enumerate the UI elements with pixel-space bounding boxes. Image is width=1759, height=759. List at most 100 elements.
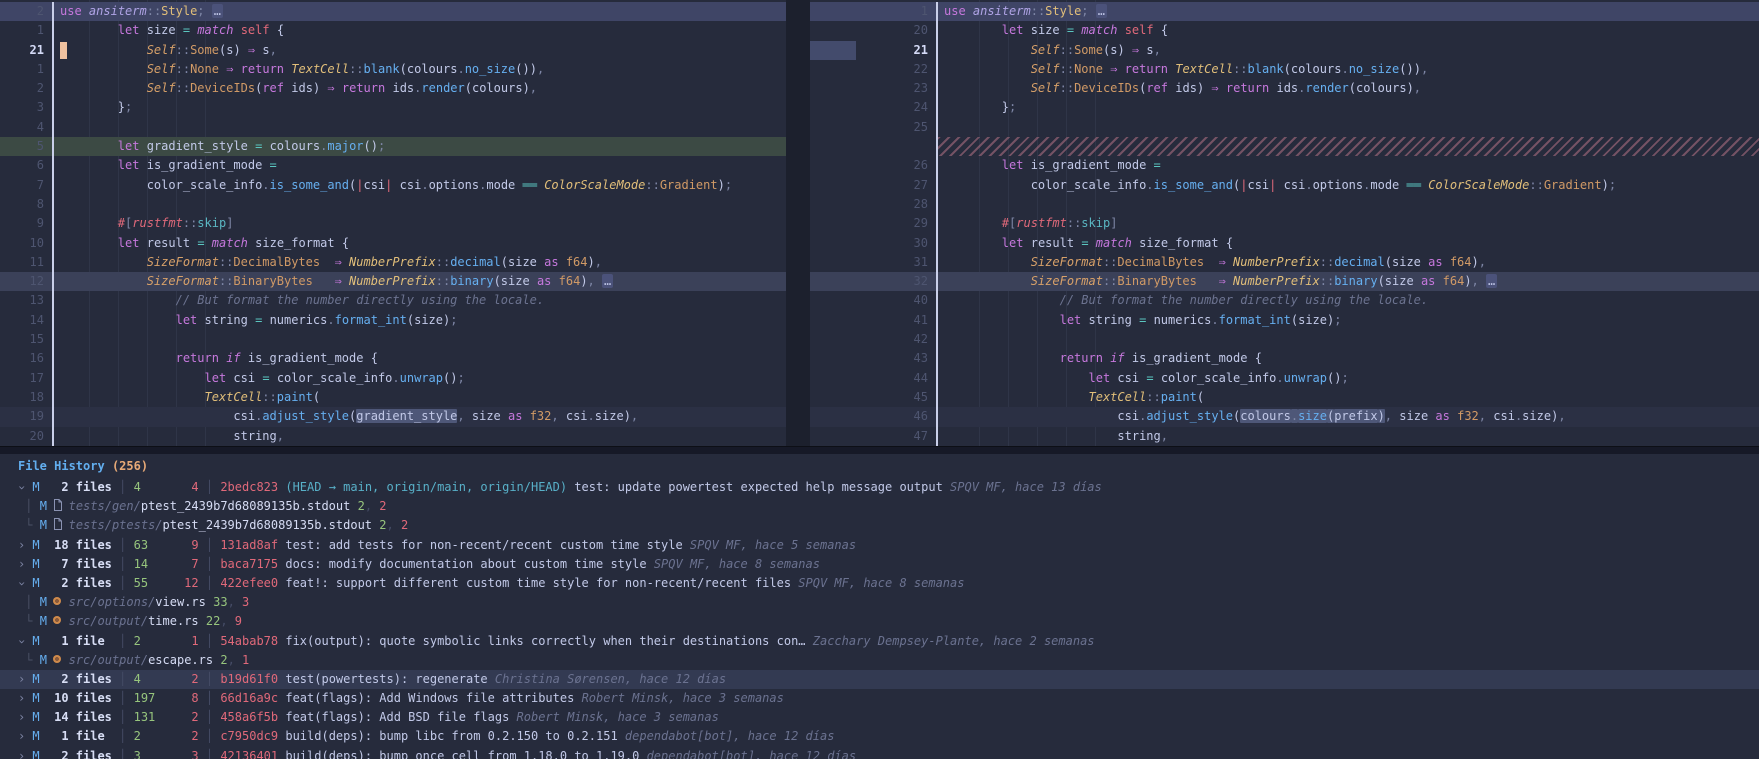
token: paint — [277, 390, 313, 404]
diff-line[interactable]: 13 // But format the number directly usi… — [0, 291, 786, 310]
token — [60, 81, 147, 95]
diff-line[interactable]: 44 let csi = color_scale_info.unwrap(); — [810, 369, 1759, 388]
diff-line[interactable]: 26 let is_gradient_mode = — [810, 156, 1759, 175]
file-history-title: File History — [18, 459, 105, 473]
diff-line[interactable]: 5 let gradient_style = colours.major(); — [0, 137, 786, 156]
diff-line[interactable]: 45 TextCell::paint( — [810, 388, 1759, 407]
diff-line[interactable]: 20 string, — [0, 427, 786, 446]
diff-line[interactable]: 4 — [0, 118, 786, 137]
diff-line[interactable]: 19 csi.adjust_style(gradient_style, size… — [0, 407, 786, 426]
token: :: — [176, 62, 190, 76]
history-commit-row[interactable]: › M 14 files │ 131 2 │ 458a6f5b feat(fla… — [0, 708, 1759, 727]
commit-author-date: Christina Sørensen, hace 12 días — [488, 672, 726, 686]
diff-line[interactable]: 1 Self::None ⇒ return TextCell::blank(co… — [0, 60, 786, 79]
diff-line[interactable]: 14 let string = numerics.format_int(size… — [0, 311, 786, 330]
diff-line[interactable]: 21 Self::Some(s) ⇒ s, — [0, 41, 786, 60]
diff-line[interactable]: 6 let is_gradient_mode = — [0, 156, 786, 175]
file-history-count: (256) — [112, 459, 148, 473]
file-name: ptest_2439b7d68089135b.stdout — [141, 499, 351, 513]
diff-line[interactable]: 18 TextCell::paint( — [0, 388, 786, 407]
history-commit-row[interactable]: › M 2 files │ 3 3 │ 42136401 build(deps)… — [0, 747, 1759, 759]
code-text: TextCell::paint( — [54, 388, 786, 407]
diff-line[interactable]: 21 Self::Some(s) ⇒ s, — [810, 41, 1759, 60]
diff-line[interactable]: 12 SizeFormat::BinaryBytes ⇒ NumberPrefi… — [0, 272, 786, 291]
token: let — [1089, 371, 1111, 385]
history-commit-row[interactable]: › M 10 files │ 197 8 │ 66d16a9c feat(fla… — [0, 689, 1759, 708]
diff-line[interactable]: 17 let csi = color_scale_info.unwrap(); — [0, 369, 786, 388]
token: None — [190, 62, 219, 76]
history-file-row[interactable]: └ M src/output/time.rs 22, 9 — [0, 612, 1759, 631]
diff-line[interactable]: 31 SizeFormat::DecimalBytes ⇒ NumberPref… — [810, 253, 1759, 272]
diff-line[interactable]: 10 let result = match size_format { — [0, 234, 786, 253]
diff-panel-new[interactable]: 1use ansiterm::Style; …20 let size = mat… — [810, 0, 1759, 446]
token — [270, 23, 277, 37]
token — [1414, 274, 1421, 288]
history-commit-row[interactable]: › M 2 files │ 55 12 │ 422efee0 feat!: su… — [0, 574, 1759, 593]
diff-line[interactable]: 3 }; — [0, 98, 786, 117]
history-commit-row[interactable]: › M 2 files │ 4 4 │ 2bedc823 (HEAD → mai… — [0, 478, 1759, 497]
additions-count: 33 — [206, 595, 228, 609]
chevron-down-icon[interactable]: › — [12, 580, 31, 587]
token: = — [197, 236, 204, 250]
diff-line[interactable]: 27 color_scale_info.is_some_and(|csi| cs… — [810, 176, 1759, 195]
token: DecimalBytes — [233, 255, 320, 269]
history-file-row[interactable]: └ M src/output/escape.rs 2, 1 — [0, 651, 1759, 670]
spacer — [32, 653, 39, 667]
diff-line[interactable]: 28 — [810, 195, 1759, 214]
history-file-row[interactable]: │ M src/options/view.rs 33, 3 — [0, 593, 1759, 612]
commit-author-date: SPQV MF, hace 5 semanas — [683, 538, 856, 552]
diff-panel-old[interactable]: 2use ansiterm::Style; …1 let size = matc… — [0, 0, 786, 446]
diff-line[interactable]: 1use ansiterm::Style; … — [810, 2, 1759, 21]
diff-line[interactable]: 32 SizeFormat::BinaryBytes ⇒ NumberPrefi… — [810, 272, 1759, 291]
diff-line[interactable]: 2 Self::DeviceIDs(ref ids) ⇒ return ids.… — [0, 79, 786, 98]
code-text: let csi = color_scale_info.unwrap(); — [938, 369, 1759, 388]
history-commit-row[interactable]: › M 18 files │ 63 9 │ 131ad8af test: add… — [0, 536, 1759, 555]
diff-line[interactable]: 7 color_scale_info.is_some_and(|csi| csi… — [0, 176, 786, 195]
code-text — [938, 195, 1759, 214]
token — [60, 43, 147, 57]
history-commit-row[interactable]: › M 2 files │ 4 2 │ b19d61f0 test(powert… — [0, 670, 1759, 689]
sign-column — [810, 156, 856, 175]
token: , — [457, 409, 464, 423]
code-text: let is_gradient_mode = — [54, 156, 786, 175]
token — [241, 351, 248, 365]
diff-line[interactable]: 40 // But format the number directly usi… — [810, 291, 1759, 310]
diff-line[interactable]: 22 Self::None ⇒ return TextCell::blank(c… — [810, 60, 1759, 79]
diff-line[interactable]: 41 let string = numerics.format_int(size… — [810, 311, 1759, 330]
diff-line[interactable]: 25 — [810, 118, 1759, 137]
token — [1450, 409, 1457, 423]
chevron-down-icon[interactable]: › — [12, 638, 31, 645]
diff-line[interactable]: 30 let result = match size_format { — [810, 234, 1759, 253]
diff-line[interactable]: 42 — [810, 330, 1759, 349]
diff-line[interactable]: 24 }; — [810, 98, 1759, 117]
token: match — [197, 23, 233, 37]
history-commit-row[interactable]: › M 1 file │ 2 2 │ c7950dc9 build(deps):… — [0, 727, 1759, 746]
diff-line[interactable]: 2use ansiterm::Style; … — [0, 2, 786, 21]
diff-line[interactable] — [810, 137, 1759, 156]
line-number: 31 — [856, 253, 936, 272]
diff-line[interactable]: 11 SizeFormat::DecimalBytes ⇒ NumberPref… — [0, 253, 786, 272]
diff-line[interactable]: 46 csi.adjust_style(colours.size(prefix)… — [810, 407, 1759, 426]
sign-column — [810, 118, 856, 137]
diff-line[interactable]: 47 string, — [810, 427, 1759, 446]
diff-line[interactable]: 16 return if is_gradient_mode { — [0, 349, 786, 368]
history-file-row[interactable]: │ M tests/gen/ptest_2439b7d68089135b.std… — [0, 497, 1759, 516]
diff-line[interactable]: 20 let size = match self { — [810, 21, 1759, 40]
diff-line[interactable]: 8 — [0, 195, 786, 214]
spacer — [32, 518, 39, 532]
diff-line[interactable]: 15 — [0, 330, 786, 349]
diff-line[interactable]: 23 Self::DeviceIDs(ref ids) ⇒ return ids… — [810, 79, 1759, 98]
history-file-row[interactable]: └ M tests/ptests/ptest_2439b7d68089135b.… — [0, 516, 1759, 535]
history-commit-row[interactable]: › M 1 file │ 2 1 │ 54abab78 fix(output):… — [0, 632, 1759, 651]
diff-line[interactable]: 29 #[rustfmt::skip] — [810, 214, 1759, 233]
chevron-down-icon[interactable]: › — [12, 484, 31, 491]
code-text: SizeFormat::DecimalBytes ⇒ NumberPrefix:… — [54, 253, 786, 272]
history-commit-row[interactable]: › M 7 files │ 14 7 │ baca7175 docs: modi… — [0, 555, 1759, 574]
token: . — [457, 62, 464, 76]
file-history-panel: File History (256) › M 2 files │ 4 4 │ 2… — [0, 454, 1759, 759]
diff-line[interactable]: 43 return if is_gradient_mode { — [810, 349, 1759, 368]
diff-line[interactable]: 1 let size = match self { — [0, 21, 786, 40]
token — [944, 371, 1089, 385]
token: = — [183, 23, 190, 37]
diff-line[interactable]: 9 #[rustfmt::skip] — [0, 214, 786, 233]
